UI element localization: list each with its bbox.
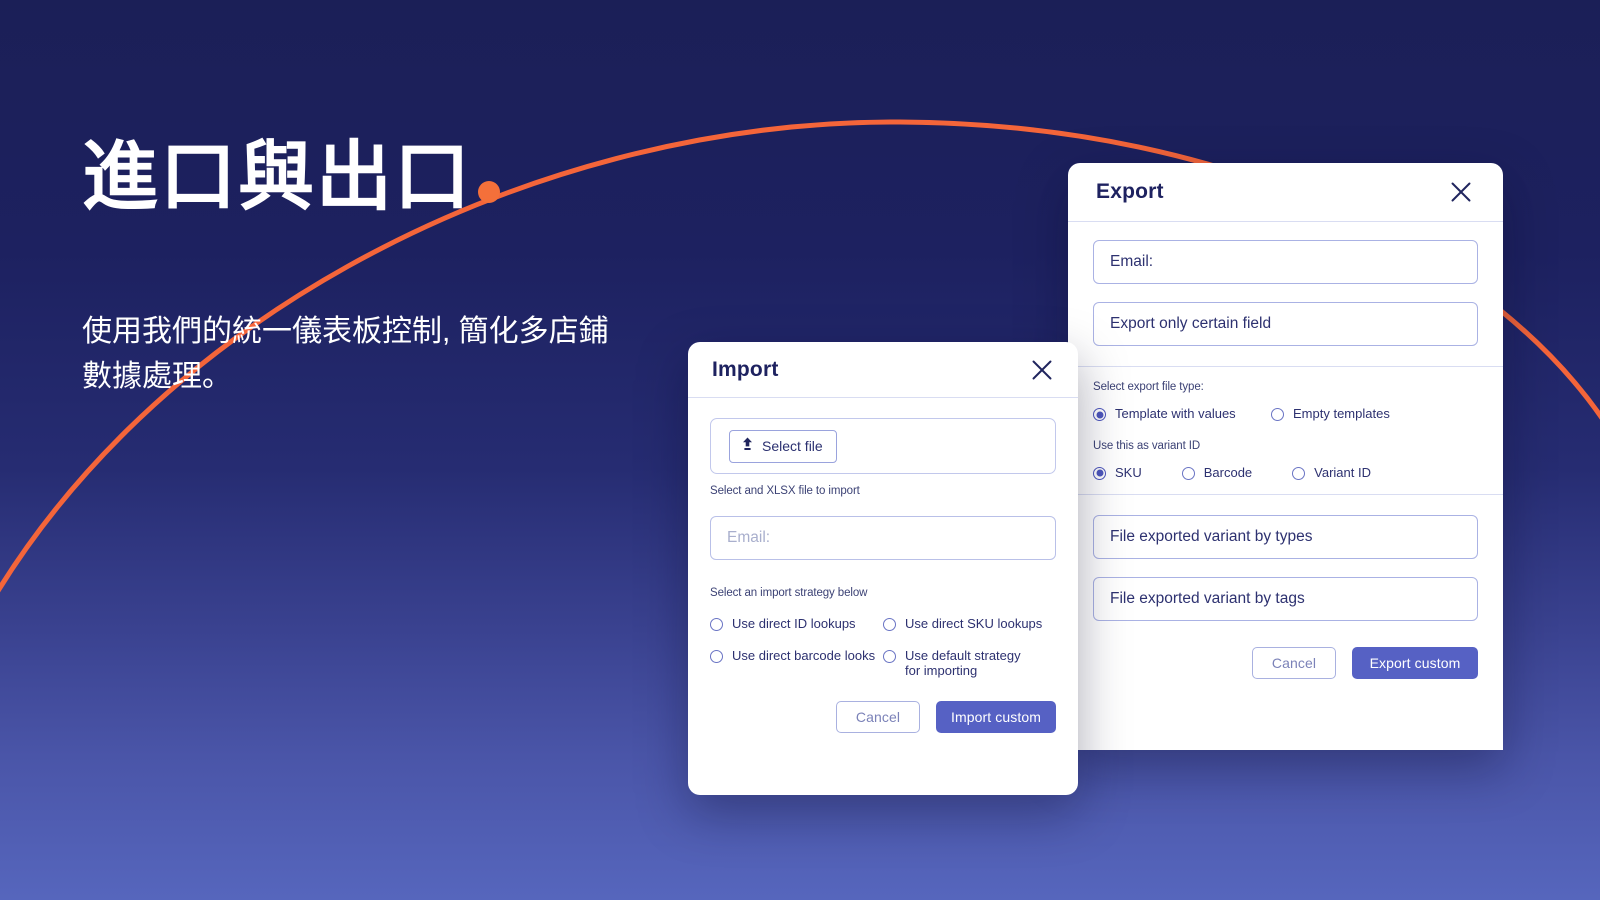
export-variant-by-tags-value: File exported variant by tags [1110, 590, 1305, 608]
export-variant-options: SKU Barcode Variant ID [1093, 465, 1478, 481]
export-dialog-header: Export [1068, 163, 1503, 222]
hero-copy: 進口與出口 使用我們的統一儀表板控制, 簡化多店鋪數據處理。 [82, 138, 722, 399]
export-variant-by-types-value: File exported variant by types [1110, 528, 1313, 546]
radio-label: Use direct ID lookups [732, 616, 856, 631]
radio-variant-id[interactable]: Variant ID [1292, 465, 1371, 481]
export-dialog-actions: Cancel Export custom [1093, 647, 1478, 680]
export-email-field[interactable]: Email: [1093, 240, 1478, 284]
export-variant-hint: Use this as variant ID [1093, 439, 1201, 452]
export-dialog-title: Export [1096, 180, 1164, 203]
radio-icon [1181, 466, 1195, 480]
radio-label: Variant ID [1314, 464, 1371, 480]
page-title-text: 進口與出口 [82, 135, 472, 220]
page-title: 進口與出口 [82, 138, 722, 217]
export-variant-id-block: Use this as variant ID SKU Barcode Varia… [1093, 440, 1478, 481]
page-subtitle: 使用我們的統一儀表板控制, 簡化多店鋪數據處理。 [82, 315, 609, 394]
export-custom-button[interactable]: Export custom [1352, 647, 1478, 680]
export-cancel-button[interactable]: Cancel [1252, 647, 1336, 680]
radio-icon [710, 618, 723, 631]
radio-label: Barcode [1203, 464, 1253, 480]
radio-sku[interactable]: SKU [1093, 465, 1142, 481]
upload-icon [741, 437, 754, 456]
export-fields-section: Email: Export only certain field [1068, 222, 1503, 366]
import-dialog: Import Select file Select and XLSX file … [688, 342, 1078, 795]
radio-label: Use default strategy for importing [905, 647, 1021, 679]
radio-label: Empty templates [1293, 406, 1390, 421]
radio-label: Use direct SKU lookups [905, 616, 1043, 631]
export-options-section: Select export file type: Template with v… [1068, 367, 1503, 494]
radio-use-direct-sku-lookups[interactable]: Use direct SKU lookups [883, 616, 1056, 632]
radio-template-with-values[interactable]: Template with values [1093, 406, 1271, 422]
select-file-label: Select file [762, 438, 823, 454]
import-email-placeholder: Email: [727, 529, 771, 546]
radio-icon [883, 649, 896, 663]
export-file-type-block: Select export file type: Template with v… [1093, 381, 1478, 422]
radio-icon [1093, 466, 1106, 480]
radio-icon [1271, 408, 1284, 421]
export-email-value: Email: [1110, 253, 1154, 270]
import-dialog-header: Import [688, 342, 1078, 398]
export-dialog: Export Email: Export only certain field … [1068, 163, 1503, 750]
import-email-field[interactable]: Email: [710, 516, 1056, 560]
import-file-hint: Select and XLSX file to import [710, 485, 860, 497]
import-file-dropzone[interactable]: Select file [710, 418, 1056, 474]
export-variant-by-tags-field[interactable]: File exported variant by tags [1093, 577, 1478, 622]
close-icon[interactable] [1447, 178, 1475, 206]
radio-use-direct-id-lookups[interactable]: Use direct ID lookups [710, 616, 883, 632]
radio-use-default-strategy[interactable]: Use default strategy for importing [883, 648, 1056, 679]
import-custom-button[interactable]: Import custom [936, 700, 1056, 733]
radio-label: SKU [1115, 464, 1142, 480]
export-variant-files-section: File exported variant by types File expo… [1068, 495, 1503, 680]
radio-barcode[interactable]: Barcode [1181, 464, 1253, 481]
hero-slide: 進口與出口 使用我們的統一儀表板控制, 簡化多店鋪數據處理。 Export Em… [0, 0, 1600, 900]
import-dialog-title: Import [712, 357, 779, 381]
export-file-type-options: Template with values Empty templates [1093, 406, 1478, 422]
import-strategy-options: Use direct ID lookups Use direct SKU loo… [710, 616, 1056, 695]
radio-icon [1093, 408, 1106, 421]
radio-icon [710, 649, 723, 663]
radio-use-direct-barcode-looks[interactable]: Use direct barcode looks [710, 648, 883, 679]
export-file-type-hint: Select export file type: [1093, 381, 1204, 393]
radio-icon [883, 618, 896, 631]
radio-label: Use direct barcode looks [732, 647, 876, 663]
title-dot [478, 181, 500, 203]
import-strategy-hint: Select an import strategy below [710, 587, 868, 599]
export-certain-field-value: Export only certain field [1110, 315, 1272, 332]
radio-icon [1292, 466, 1306, 480]
select-file-button[interactable]: Select file [729, 429, 837, 463]
import-cancel-button[interactable]: Cancel [836, 700, 920, 733]
import-dialog-actions: Cancel Import custom [710, 700, 1056, 733]
close-icon[interactable] [1028, 356, 1056, 384]
export-certain-field-input[interactable]: Export only certain field [1093, 302, 1478, 346]
radio-empty-templates[interactable]: Empty templates [1271, 406, 1390, 422]
radio-label: Template with values [1115, 406, 1236, 421]
import-dialog-body: Select file Select and XLSX file to impo… [688, 398, 1078, 733]
export-variant-by-types-field[interactable]: File exported variant by types [1093, 515, 1478, 560]
